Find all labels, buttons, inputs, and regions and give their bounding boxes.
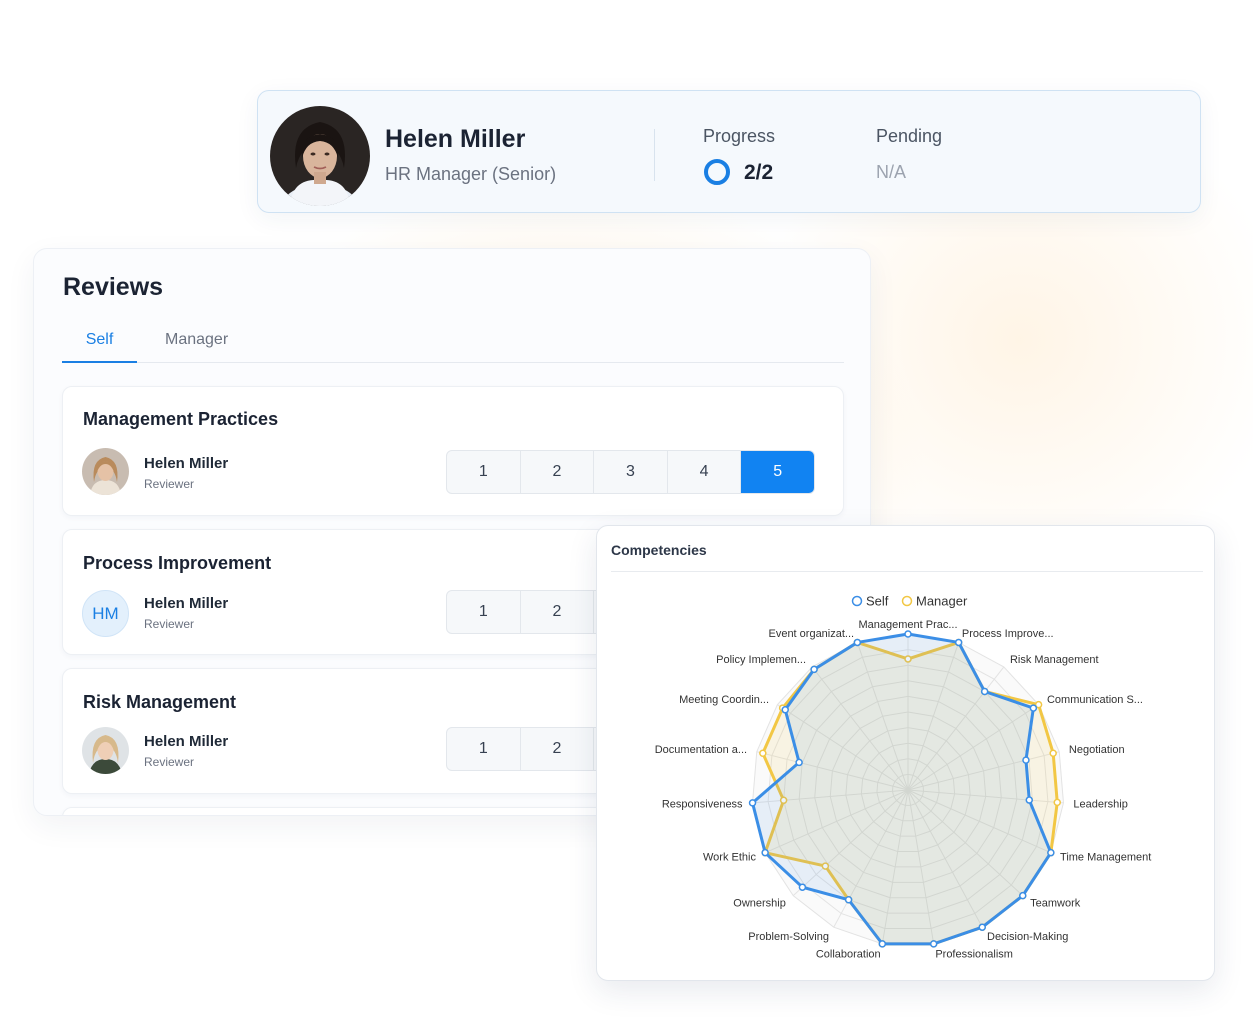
- progress-label: Progress: [703, 126, 776, 146]
- radar-axis-label: Event organizat...: [768, 628, 854, 640]
- radar-axis-label: Negotiation: [1069, 744, 1125, 756]
- radar-point-self: [954, 638, 963, 647]
- legend-marker-manager: [901, 595, 913, 607]
- radar-point-self: [795, 758, 803, 767]
- reviewer-role: Reviewer: [144, 617, 195, 631]
- radar-axis-label: Time Management: [1060, 852, 1151, 864]
- radar-axis-label: Problem-Solving: [748, 931, 829, 943]
- reviewer-name: Helen Miller: [144, 595, 229, 612]
- radar-point-self: [878, 940, 887, 948]
- review-title: Process Improvement: [83, 553, 272, 573]
- radar-axis-label: Collaboration: [816, 949, 881, 961]
- radar-axis-label: Policy Implemen...: [716, 654, 806, 666]
- radar-point-self: [1019, 891, 1027, 900]
- rating-group: 1 2 3 4 5: [446, 450, 815, 494]
- rating-option-1[interactable]: 1: [447, 591, 521, 633]
- reviewer-role: Reviewer: [144, 477, 195, 491]
- reviewer-avatar: [82, 448, 129, 495]
- pending-value: N/A: [876, 162, 907, 182]
- reviewer-name: Helen Miller: [144, 733, 229, 750]
- competencies-card: Competencies Management Prac... Process I…: [596, 525, 1215, 981]
- radar-point-manager: [759, 749, 767, 757]
- radar-axis-label: Responsiveness: [662, 799, 743, 811]
- radar-axis-label: Decision-Making: [987, 931, 1068, 943]
- radar-point-self: [904, 630, 912, 638]
- radar-point-self: [1022, 756, 1030, 764]
- radar-axis-label: Meeting Coordin...: [679, 694, 769, 706]
- radar-axis-label: Communication S...: [1047, 694, 1143, 706]
- radar-point-self: [748, 799, 757, 807]
- pending-label: Pending: [876, 126, 943, 146]
- legend-label-self: Self: [866, 594, 889, 609]
- radar-point-self: [798, 883, 807, 891]
- radar-point-self: [980, 687, 989, 696]
- radar-axis-label: Ownership: [733, 897, 786, 909]
- rating-option-4[interactable]: 4: [668, 451, 742, 493]
- radar-point-manager: [1053, 798, 1061, 807]
- radar-axis-label: Process Improve...: [962, 628, 1054, 640]
- review-tabs: Self Manager: [62, 329, 844, 363]
- radar-axis-label: Teamwork: [1030, 897, 1081, 909]
- radar-point-self: [929, 940, 938, 948]
- radar-point-self: [1047, 848, 1055, 857]
- radar-point-self: [1025, 796, 1034, 804]
- profile-card: Helen Miller HR Manager (Senior) Progres…: [257, 90, 1201, 213]
- radar-axis-label: Professionalism: [935, 949, 1013, 961]
- radar-point-self: [781, 706, 789, 714]
- rating-option-1[interactable]: 1: [447, 451, 521, 493]
- legend-label-manager: Manager: [916, 594, 968, 609]
- rating-option-2[interactable]: 2: [521, 728, 595, 770]
- rating-option-5-selected[interactable]: 5: [741, 451, 814, 493]
- radar-point-manager: [1049, 749, 1057, 757]
- progress-ring-icon: [704, 159, 730, 185]
- tab-manager[interactable]: Manager: [165, 331, 228, 349]
- radar-point-self: [844, 896, 853, 904]
- rating-option-2[interactable]: 2: [521, 451, 595, 493]
- rating-option-1[interactable]: 1: [447, 728, 521, 770]
- profile-name: Helen Miller: [385, 125, 526, 153]
- profile-avatar: [270, 106, 370, 206]
- tab-self[interactable]: Self: [62, 331, 137, 363]
- radar-point-self: [1029, 704, 1038, 712]
- radar-axis-label: Management Prac...: [858, 619, 957, 631]
- reviewer-role: Reviewer: [144, 755, 195, 769]
- progress-value: 2/2: [744, 161, 774, 184]
- radar-axis-label: Documentation a...: [655, 744, 747, 756]
- profile-divider: [654, 129, 655, 181]
- rating-option-2[interactable]: 2: [521, 591, 595, 633]
- reviewer-avatar: [82, 727, 129, 774]
- review-title: Management Practices: [83, 409, 279, 429]
- radar-axis-label: Leadership: [1073, 799, 1127, 811]
- radar-point-self: [978, 923, 986, 931]
- radar-axis-label: Risk Management: [1010, 654, 1099, 666]
- radar-axis-label: Work Ethic: [703, 852, 756, 864]
- review-card-management-practices: Management Practices Helen Miller Review…: [62, 386, 844, 516]
- radar-point-self: [810, 665, 818, 674]
- profile-role: HR Manager (Senior): [385, 164, 557, 184]
- rating-option-3[interactable]: 3: [594, 451, 668, 493]
- radar-point-self: [761, 848, 769, 857]
- reviewer-initials-avatar: HM: [82, 590, 129, 637]
- reviews-title: Reviews: [63, 273, 164, 301]
- legend-marker-self: [851, 595, 863, 607]
- radar-point-self: [853, 638, 862, 647]
- reviewer-name: Helen Miller: [144, 455, 229, 472]
- competencies-radar-chart: Management Prac... Process Improve... Risk…: [655, 594, 1152, 961]
- review-title: Risk Management: [83, 692, 237, 712]
